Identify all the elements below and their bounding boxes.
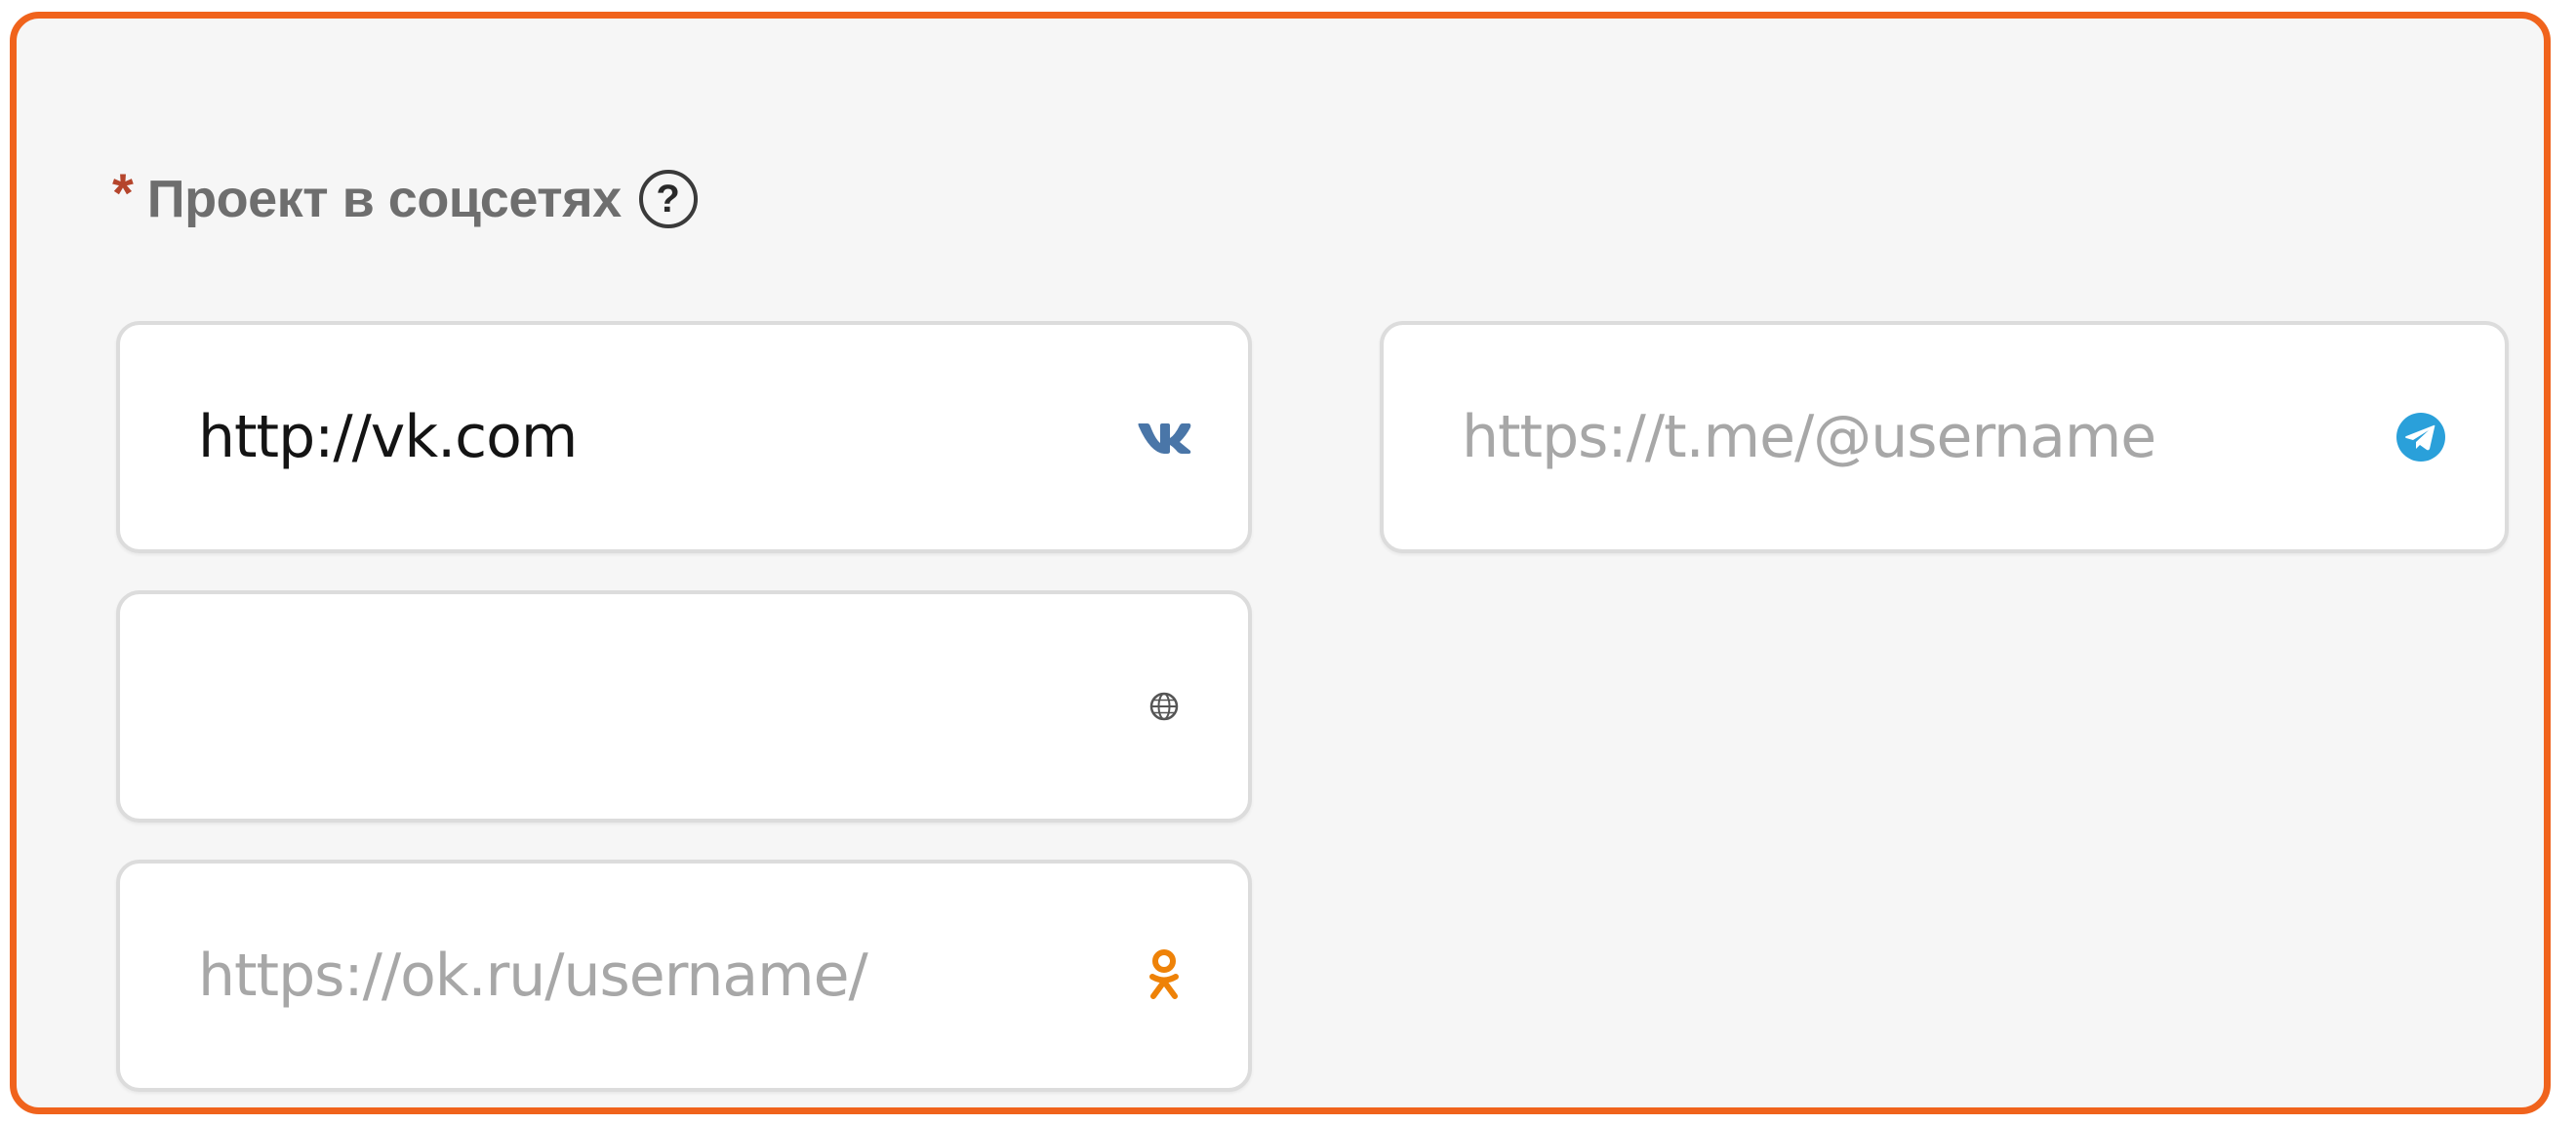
social-projects-panel: * Проект в соцсетях ? — [10, 12, 2551, 1114]
odnoklassniki-icon — [1135, 946, 1193, 1005]
globe-icon — [1135, 677, 1193, 736]
vk-url-input[interactable] — [120, 325, 1135, 549]
section-title: Проект в соцсетях — [146, 170, 622, 228]
telegram-icon — [2392, 408, 2450, 466]
website-field — [116, 590, 1252, 823]
vk-icon — [1135, 408, 1193, 466]
odnoklassniki-field — [116, 860, 1252, 1092]
required-marker: * — [112, 162, 134, 223]
telegram-url-input[interactable] — [1384, 325, 2392, 549]
vk-field — [116, 321, 1252, 553]
telegram-field — [1380, 321, 2509, 553]
odnoklassniki-url-input[interactable] — [120, 864, 1135, 1088]
website-url-input[interactable] — [120, 594, 1135, 819]
section-header: * Проект в соцсетях ? — [112, 160, 698, 238]
help-icon[interactable]: ? — [638, 170, 698, 228]
